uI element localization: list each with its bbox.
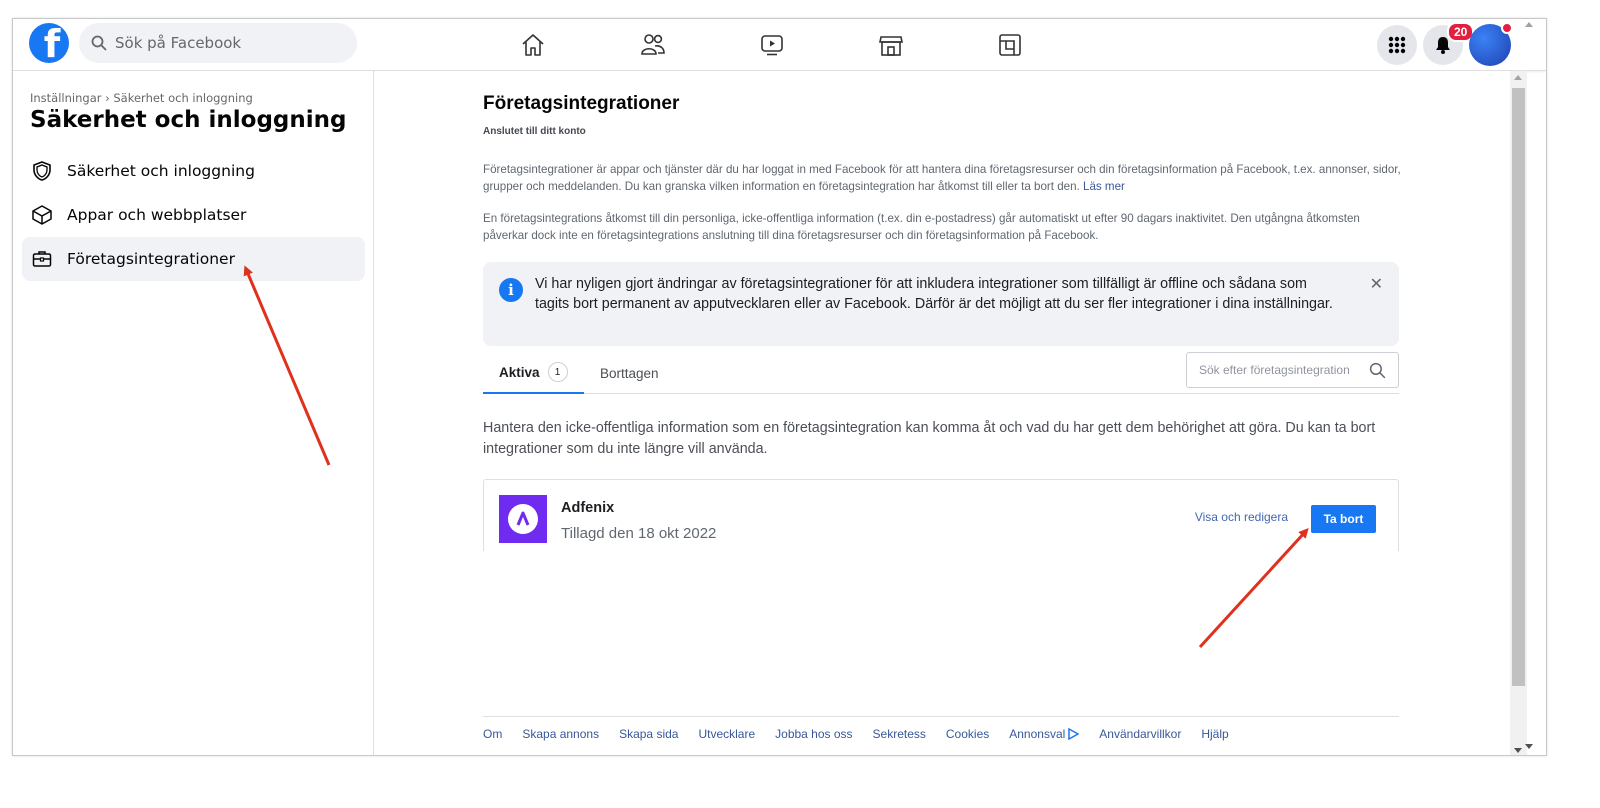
footer-link-about[interactable]: Om xyxy=(483,727,502,741)
search-icon xyxy=(1369,362,1386,378)
breadcrumb[interactable]: Inställningar › Säkerhet och inloggning xyxy=(30,91,253,105)
info-banner: i Vi har nyligen gjort ändringar av före… xyxy=(483,262,1399,346)
sidebar-item-security-login[interactable]: Säkerhet och inloggning xyxy=(22,149,365,193)
manage-description: Hantera den icke-offentliga information … xyxy=(483,420,1376,457)
ad-choices-icon xyxy=(1068,728,1080,740)
watch-icon[interactable] xyxy=(758,31,786,59)
main-scrollbar[interactable] xyxy=(1510,71,1527,755)
tab-label: Borttagen xyxy=(600,365,659,381)
facebook-logo[interactable]: f xyxy=(29,23,69,63)
scroll-up-arrow[interactable] xyxy=(1514,75,1522,80)
footer-links: Om Skapa annons Skapa sida Utvecklare Jo… xyxy=(483,716,1399,741)
footer-link-terms[interactable]: Användarvillkor xyxy=(1099,727,1181,741)
adfenix-logo xyxy=(499,495,547,543)
expiry-paragraph: En företagsintegrations åtkomst till din… xyxy=(483,212,1360,242)
sidebar-item-label: Säkerhet och inloggning xyxy=(67,162,255,180)
home-icon[interactable] xyxy=(519,31,547,59)
settings-sidebar: Inställningar › Säkerhet och inloggning … xyxy=(13,71,374,755)
view-edit-link[interactable]: Visa och redigera xyxy=(1195,510,1288,524)
integration-card: Adfenix Tillagd den 18 okt 2022 Visa och… xyxy=(483,479,1399,551)
tab-count-badge: 1 xyxy=(547,362,568,382)
tab-active[interactable]: Aktiva 1 xyxy=(483,352,584,394)
gaming-icon[interactable] xyxy=(996,31,1024,59)
info-icon: i xyxy=(499,278,523,302)
footer-link-help[interactable]: Hjälp xyxy=(1201,727,1228,741)
footer-link-ad-choices[interactable]: Annonsval xyxy=(1009,727,1080,741)
status-dot xyxy=(1501,22,1513,34)
integration-search-input[interactable] xyxy=(1199,363,1359,377)
sidebar-item-apps-websites[interactable]: Appar och webbplatser xyxy=(22,193,365,237)
avatar[interactable] xyxy=(1469,22,1513,66)
marketplace-icon[interactable] xyxy=(877,31,905,59)
outer-scroll-up-arrow[interactable] xyxy=(1525,22,1533,27)
intro-text: Företagsintegrationer är appar och tjäns… xyxy=(483,163,1401,193)
main-content: Företagsintegrationer Anslutet till ditt… xyxy=(375,71,1510,755)
info-banner-text: Vi har nyligen gjort ändringar av företa… xyxy=(535,276,1333,312)
footer-link-developers[interactable]: Utvecklare xyxy=(698,727,755,741)
top-navigation-bar: f 20 xyxy=(13,19,1546,71)
cube-icon xyxy=(32,205,52,225)
remove-button[interactable]: Ta bort xyxy=(1311,505,1376,533)
footer-link-label: Annonsval xyxy=(1009,727,1066,741)
outer-scroll-down-arrow[interactable] xyxy=(1525,744,1533,749)
search-icon xyxy=(91,35,107,51)
shield-icon xyxy=(32,161,52,181)
sidebar-title: Säkerhet och inloggning xyxy=(30,107,347,133)
learn-more-link[interactable]: Läs mer xyxy=(1083,180,1125,193)
notifications-button[interactable]: 20 xyxy=(1423,22,1475,65)
footer-link-cookies[interactable]: Cookies xyxy=(946,727,989,741)
facebook-search-box[interactable] xyxy=(79,23,357,63)
sidebar-item-business-integrations[interactable]: Företagsintegrationer xyxy=(22,237,365,281)
footer-link-create-page[interactable]: Skapa sida xyxy=(619,727,678,741)
browser-window: f 20 Inställningar › Säkerhet xyxy=(12,18,1547,756)
footer-link-privacy[interactable]: Sekretess xyxy=(873,727,926,741)
footer-link-create-ad[interactable]: Skapa annons xyxy=(522,727,599,741)
page-subtitle: Anslutet till ditt konto xyxy=(483,126,586,137)
friends-icon[interactable] xyxy=(639,31,667,59)
footer-link-careers[interactable]: Jobba hos oss xyxy=(775,727,852,741)
integration-search-box[interactable] xyxy=(1186,352,1399,388)
briefcase-icon xyxy=(32,249,52,269)
menu-grid-icon[interactable] xyxy=(1377,25,1417,65)
page-title: Företagsintegrationer xyxy=(483,93,680,114)
sidebar-item-label: Appar och webbplatser xyxy=(67,206,247,224)
tab-removed[interactable]: Borttagen xyxy=(600,352,659,394)
intro-paragraph: Företagsintegrationer är appar och tjäns… xyxy=(483,161,1403,195)
scrollbar-thumb[interactable] xyxy=(1512,88,1525,686)
facebook-search-input[interactable] xyxy=(115,34,335,52)
integration-added-date: Tillagd den 18 okt 2022 xyxy=(561,525,717,542)
scroll-down-arrow[interactable] xyxy=(1514,748,1522,753)
tab-label: Aktiva xyxy=(499,364,540,380)
integration-name: Adfenix xyxy=(561,500,615,516)
integration-tabs: Aktiva 1 Borttagen xyxy=(483,352,1399,394)
close-icon[interactable]: ✕ xyxy=(1370,274,1383,293)
sidebar-item-label: Företagsintegrationer xyxy=(67,250,235,268)
